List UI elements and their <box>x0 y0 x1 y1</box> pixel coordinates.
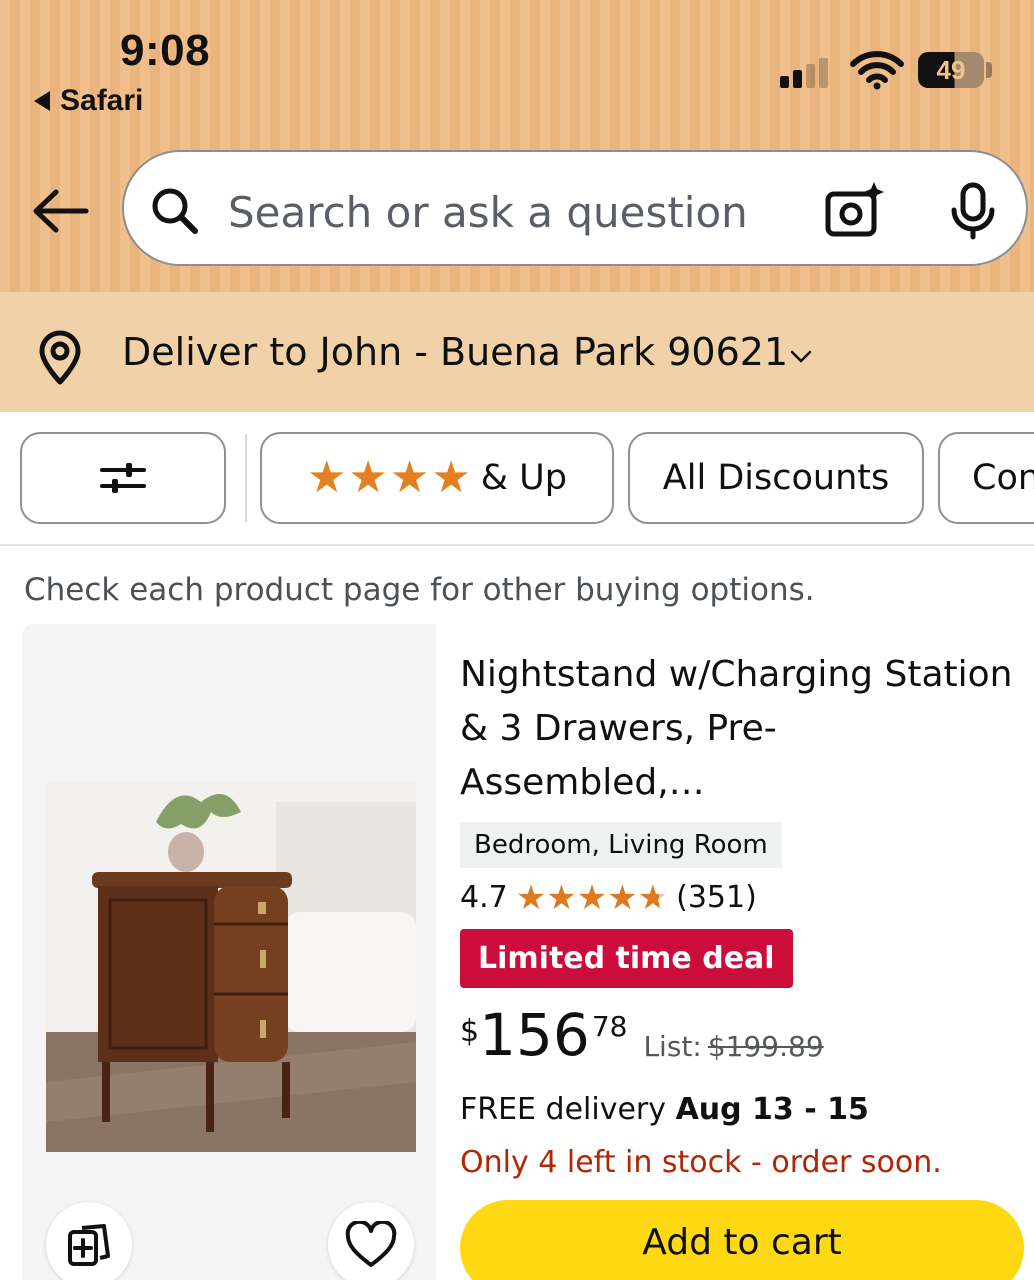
top-header: 9:08 Safari 49 Search or ask a question <box>0 0 1034 292</box>
filter-bar: ★ ★ ★ ★ & Up All Discounts Con <box>0 412 1034 546</box>
wishlist-button[interactable] <box>328 1202 414 1280</box>
product-title[interactable]: Nightstand w/Charging Station & 3 Drawer… <box>460 648 1020 810</box>
chevron-down-icon <box>790 350 812 363</box>
wifi-icon <box>850 51 904 90</box>
compare-button[interactable] <box>46 1202 132 1280</box>
nightstand-product-image[interactable] <box>46 782 416 1152</box>
back-app-label: Safari <box>60 84 144 117</box>
delivery-prefix: FREE delivery <box>460 1092 676 1127</box>
camera-icon[interactable] <box>824 180 886 240</box>
buying-options-note: Check each product page for other buying… <box>24 572 815 608</box>
battery-level: 49 <box>936 54 966 85</box>
battery-cap <box>986 62 992 78</box>
back-triangle-icon <box>34 91 50 111</box>
chip-divider <box>245 434 247 522</box>
room-tag: Bedroom, Living Room <box>460 822 782 868</box>
price-whole: 156 <box>479 1001 590 1069</box>
rating-row[interactable]: 4.7 ★ ★ ★ ★ ★ (351) <box>460 880 1020 915</box>
product-details: Nightstand w/Charging Station & 3 Drawer… <box>460 648 1020 1180</box>
partial-chip-label: Con <box>972 458 1034 498</box>
stars-filter-label: & Up <box>480 458 568 498</box>
price-fraction: 78 <box>591 1010 628 1043</box>
filters-button[interactable] <box>20 432 226 524</box>
mic-icon[interactable] <box>948 182 998 240</box>
sliders-icon <box>100 463 146 493</box>
delivery-dates: Aug 13 - 15 <box>675 1092 869 1127</box>
rating-stars-icon: ★ ★ ★ ★ ★ <box>515 877 669 918</box>
delivery-address: Deliver to John - Buena Park 90621 <box>122 330 789 374</box>
four-stars-and-up-filter[interactable]: ★ ★ ★ ★ & Up <box>260 432 614 524</box>
delivery-location-bar[interactable]: Deliver to John - Buena Park 90621 <box>0 292 1034 412</box>
search-bar[interactable]: Search or ask a question <box>122 150 1028 266</box>
rating-value: 4.7 <box>460 880 508 915</box>
discounts-label: All Discounts <box>662 458 890 498</box>
price-symbol: $ <box>460 1014 480 1049</box>
four-stars-icon: ★ ★ ★ ★ <box>306 452 471 503</box>
product-title-line-2: & 3 Drawers, Pre-Assembled,… <box>460 708 777 803</box>
list-price: $199.89 <box>707 1030 824 1063</box>
price-row: $ 156 78 List: $199.89 <box>460 1006 1020 1064</box>
list-price-label: List: <box>643 1030 702 1063</box>
battery-indicator: 49 <box>918 52 984 88</box>
add-to-cart-button[interactable]: Add to cart <box>460 1200 1024 1280</box>
back-to-safari[interactable]: Safari <box>34 84 143 118</box>
product-image-panel[interactable] <box>22 624 436 1280</box>
delivery-estimate: FREE delivery Aug 13 - 15 <box>460 1092 1020 1127</box>
limited-time-deal-badge: Limited time deal <box>460 929 793 988</box>
stock-warning: Only 4 left in stock - order soon. <box>460 1145 942 1180</box>
partial-filter-chip[interactable]: Con <box>938 432 1034 524</box>
status-time: 9:08 <box>120 26 211 75</box>
cellular-signal-icon <box>780 56 828 88</box>
review-count: (351) <box>676 880 757 915</box>
search-placeholder: Search or ask a question <box>228 188 748 237</box>
compare-icon <box>68 1224 110 1266</box>
product-title-line-1: Nightstand w/Charging Station <box>460 654 1013 695</box>
all-discounts-filter[interactable]: All Discounts <box>628 432 924 524</box>
heart-icon <box>345 1221 397 1267</box>
back-arrow-icon[interactable] <box>30 186 90 236</box>
location-pin-icon <box>39 330 81 385</box>
search-icon <box>152 188 198 234</box>
